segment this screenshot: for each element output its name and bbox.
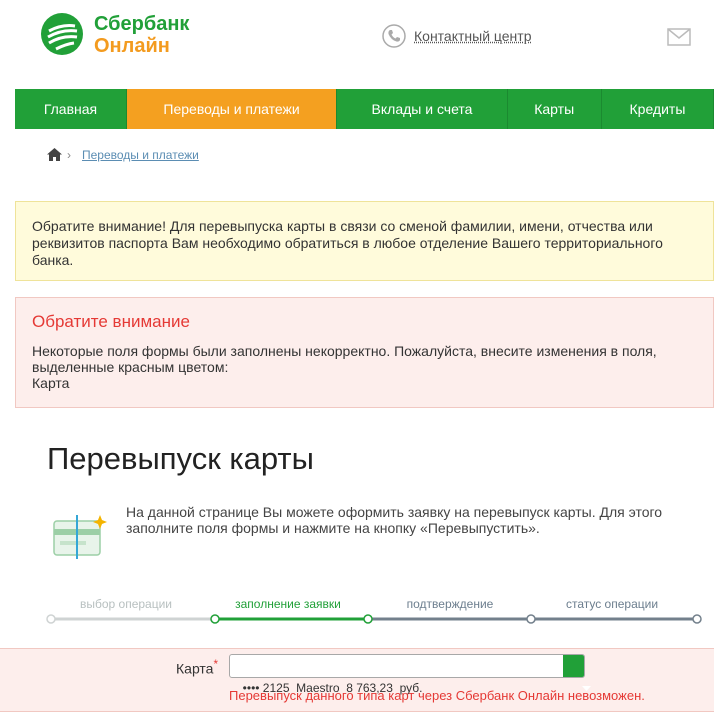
contact-center-link[interactable]: Контактный центр: [414, 28, 532, 44]
progress-steps: выбор операции заполнение заявки подтвер…: [46, 597, 706, 627]
page-title: Перевыпуск карты: [47, 441, 314, 476]
breadcrumb-link[interactable]: Переводы и платежи: [82, 148, 199, 162]
step-label-3: подтверждение: [406, 597, 494, 611]
notice-box: Обратите внимание! Для перевыпуска карты…: [15, 201, 714, 281]
nav-item-transfers[interactable]: Переводы и платежи: [127, 89, 338, 129]
card-field-label: Карта*: [176, 658, 219, 677]
sberbank-logo-icon[interactable]: [40, 12, 84, 56]
nav-item-deposits[interactable]: Вклады и счета: [337, 89, 508, 129]
step-label-4: статус операции: [565, 597, 659, 611]
nav-item-home[interactable]: Главная: [15, 89, 127, 129]
notice-text: Обратите внимание! Для перевыпуска карты…: [32, 218, 663, 268]
logo-title[interactable]: Сбербанк: [94, 13, 189, 35]
error-box: Обратите внимание Некоторые поля формы б…: [15, 297, 714, 408]
card-field-error: Перевыпуск данного типа карт через Сберб…: [229, 688, 645, 703]
page-description: На данной странице Вы можете оформить за…: [126, 504, 663, 536]
error-title: Обратите внимание: [32, 312, 190, 331]
home-icon[interactable]: [47, 148, 62, 161]
card-reissue-icon: [53, 515, 107, 559]
main-nav: Главная Переводы и платежи Вклады и счет…: [15, 89, 714, 129]
progress-track: [46, 614, 702, 624]
error-message: Некоторые поля формы были заполнены неко…: [32, 343, 657, 375]
step-label-1: выбор операции: [79, 597, 173, 611]
nav-item-credits[interactable]: Кредиты: [602, 89, 714, 129]
nav-item-cards[interactable]: Карты: [508, 89, 602, 129]
step-label-2: заполнение заявки: [235, 597, 341, 611]
chevron-down-icon[interactable]: [563, 655, 592, 691]
breadcrumb-separator-icon: ›: [67, 148, 71, 162]
mail-icon[interactable]: [667, 28, 691, 46]
error-field-name: Карта: [32, 375, 70, 391]
card-select[interactable]: •••• 2125 Maestro 8 763,23 руб.: [229, 654, 592, 695]
logo-subtitle[interactable]: Онлайн: [94, 35, 170, 57]
required-mark: *: [213, 658, 219, 671]
phone-icon: [382, 24, 406, 48]
